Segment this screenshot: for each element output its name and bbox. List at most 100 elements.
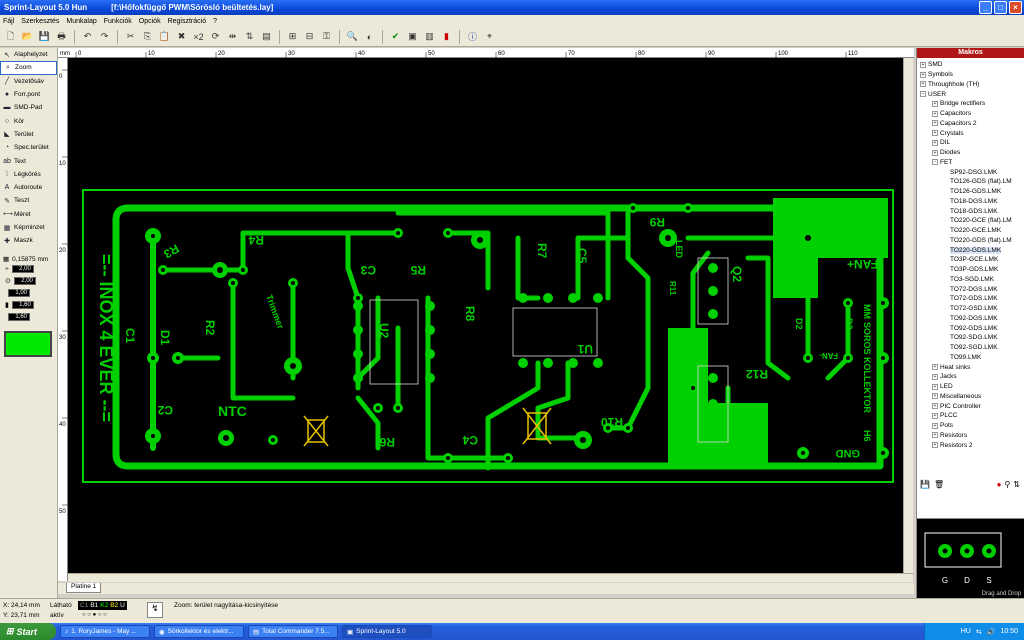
macro-tree-item[interactable]: TO3P-GCE.LMK <box>920 255 1024 265</box>
macro-preview[interactable]: G D S Drag and Drop <box>917 518 1024 598</box>
smd-w-row[interactable]: ▮ 1,60 <box>0 299 57 311</box>
route-icon[interactable]: ↯ <box>147 602 163 618</box>
tool-2[interactable]: ╱ Vezetősáv <box>0 75 57 88</box>
tool-5[interactable]: ○ Kör <box>0 114 57 127</box>
maximize-button[interactable]: □ <box>994 1 1007 14</box>
task-sorkollektor[interactable]: ◉ Sörkollektor és elektr... <box>154 625 244 638</box>
macro-tree-item[interactable]: − USER <box>920 89 1024 99</box>
close-button[interactable]: × <box>1009 1 1022 14</box>
expand-icon[interactable]: + <box>920 81 926 88</box>
layer-radio-row[interactable]: ○ ○ ● ○ ○ <box>82 612 107 618</box>
pcb-drawing[interactable]: .cu{fill:none;stroke:#00d000;stroke-line… <box>68 58 913 573</box>
tool-14[interactable]: ✚ Maszk <box>0 234 57 247</box>
macro-tree-item[interactable]: TO220-GDS.LMK <box>920 245 1024 255</box>
rotate-icon[interactable]: ⟳ <box>208 29 223 44</box>
zoom-icon[interactable]: 🔍 <box>345 29 360 44</box>
mirror-v-icon[interactable]: ⇅ <box>242 29 257 44</box>
expand-icon[interactable]: + <box>932 149 938 156</box>
track-width-row[interactable]: ÷ 2,00 <box>0 263 57 275</box>
macro-tree-item[interactable]: TO72-GDS.LMK <box>920 294 1024 304</box>
menu-item-5[interactable]: Regisztráció <box>168 18 207 25</box>
ungroup-icon[interactable]: ⊟ <box>302 29 317 44</box>
macro-tree-item[interactable]: TO92-GDS.LMK <box>920 323 1024 333</box>
macro-tree-item[interactable]: TO3-SGD.LMK <box>920 275 1024 285</box>
macro-tree-item[interactable]: TO18-GDS.LMK <box>920 206 1024 216</box>
macro-save-icon[interactable]: 💾 <box>920 480 930 489</box>
tool-6[interactable]: ◣ Terület <box>0 128 57 141</box>
pad-inner-row[interactable]: 1,00 <box>0 287 57 299</box>
minimize-button[interactable]: _ <box>979 1 992 14</box>
smd-h-row[interactable]: 1,60 <box>0 311 57 323</box>
delete-icon[interactable]: ✖ <box>174 29 189 44</box>
macro-tree-item[interactable]: + LED <box>920 382 1024 392</box>
pad-inner-value[interactable]: 1,00 <box>8 289 30 298</box>
macro-tree-item[interactable]: TO126-GDS.LMK <box>920 187 1024 197</box>
smd-w-value[interactable]: 1,60 <box>11 301 34 310</box>
layer-b1[interactable]: B1 <box>90 602 98 609</box>
macro-tree-item[interactable]: − FET <box>920 158 1024 168</box>
macro-tree-item[interactable]: + Throughhole (TH) <box>920 80 1024 90</box>
menu-item-0[interactable]: Fájl <box>3 18 14 25</box>
sort-icon[interactable]: ⇅ <box>1013 480 1020 489</box>
task-sprint-layout[interactable]: ▣ Sprint-Layout 5.0 <box>342 625 432 638</box>
open-folder-icon[interactable]: 📂 <box>20 29 35 44</box>
macro-tree-item[interactable]: + Capacitors 2 <box>920 119 1024 129</box>
expand-icon[interactable]: + <box>932 393 938 400</box>
expand-icon[interactable]: + <box>932 432 938 439</box>
duplicate-icon[interactable]: ×2 <box>191 29 206 44</box>
layer-color-swatch[interactable] <box>4 331 52 358</box>
drc-icon[interactable]: ✔ <box>388 29 403 44</box>
group-icon[interactable]: ⊞ <box>285 29 300 44</box>
network-icon[interactable]: ⇆ <box>976 628 982 636</box>
tool-10[interactable]: A Autoroute <box>0 181 57 194</box>
tool-7[interactable]: ◔ Spec.terület <box>0 141 57 154</box>
expand-icon[interactable]: + <box>932 364 938 371</box>
menu-item-6[interactable]: ? <box>213 18 217 25</box>
smd-h-value[interactable]: 1,60 <box>8 313 30 322</box>
cut-icon[interactable]: ✂ <box>123 29 138 44</box>
macro-tree-item[interactable]: TO220-GCE (flat).LM <box>920 216 1024 226</box>
macro-tree-item[interactable]: TO72-DGS.LMK <box>920 284 1024 294</box>
filter-icon[interactable]: ⚲ <box>1004 480 1010 489</box>
photo-view-icon[interactable]: ▣ <box>405 29 420 44</box>
expand-icon[interactable]: + <box>932 422 938 429</box>
macro-tree-item[interactable]: TO18-DGS.LMK <box>920 197 1024 207</box>
task-total-commander[interactable]: ▤ Total Commander 7.5... <box>248 625 338 638</box>
snap-icon[interactable]: ⌖ <box>482 29 497 44</box>
track-width-value[interactable]: 2,00 <box>11 265 34 274</box>
board-check-icon[interactable]: ▥ <box>422 29 437 44</box>
volume-icon[interactable]: 🔊 <box>987 628 996 636</box>
macro-tree-item[interactable]: + Heat sinks <box>920 362 1024 372</box>
macro-tree-item[interactable]: + Capacitors <box>920 109 1024 119</box>
macro-tree-item[interactable]: + DIL <box>920 138 1024 148</box>
mirror-h-icon[interactable]: ⇹ <box>225 29 240 44</box>
expand-icon[interactable]: + <box>920 61 926 68</box>
contrast-icon[interactable]: ◐ <box>362 29 377 44</box>
macro-tree-item[interactable]: TO92-DGS.LMK <box>920 314 1024 324</box>
redo-icon[interactable]: ↷ <box>97 29 112 44</box>
macro-delete-icon[interactable]: 🗑 <box>934 480 944 489</box>
macro-tree-item[interactable]: TO92-SGD.LMK <box>920 343 1024 353</box>
tab-platine-1[interactable]: Platine 1 <box>66 583 102 593</box>
component-icon[interactable]: ▮ <box>439 29 454 44</box>
record-icon[interactable]: ● <box>997 480 1002 489</box>
copy-icon[interactable]: ⎘ <box>140 29 155 44</box>
macro-tree-item[interactable]: + Jacks <box>920 372 1024 382</box>
menu-item-2[interactable]: Munkalap <box>66 18 96 25</box>
macro-tree-item[interactable]: + PLCC <box>920 411 1024 421</box>
clock[interactable]: 10:50 <box>1000 628 1018 635</box>
macro-tree-item[interactable]: TO72-GSD.LMK <box>920 304 1024 314</box>
macro-tree-item[interactable]: + Resistors <box>920 431 1024 441</box>
new-file-icon[interactable]: 🗋 <box>3 29 18 44</box>
macro-tree-item[interactable]: + PIC Controller <box>920 401 1024 411</box>
expand-icon[interactable]: + <box>932 383 938 390</box>
expand-icon[interactable]: + <box>932 403 938 410</box>
lock-icon[interactable]: ⚿ <box>319 29 334 44</box>
expand-icon[interactable]: + <box>932 120 938 127</box>
expand-icon[interactable]: + <box>932 110 938 117</box>
macro-tree-item[interactable]: TO92-SDG.LMK <box>920 333 1024 343</box>
macro-tree-item[interactable]: + Bridge rectifiers <box>920 99 1024 109</box>
macro-tree-item[interactable]: TO3P-GDS.LMK <box>920 265 1024 275</box>
macro-tree-item[interactable]: TO99.LMK <box>920 353 1024 363</box>
start-button[interactable]: ⊞ Start <box>0 623 56 640</box>
